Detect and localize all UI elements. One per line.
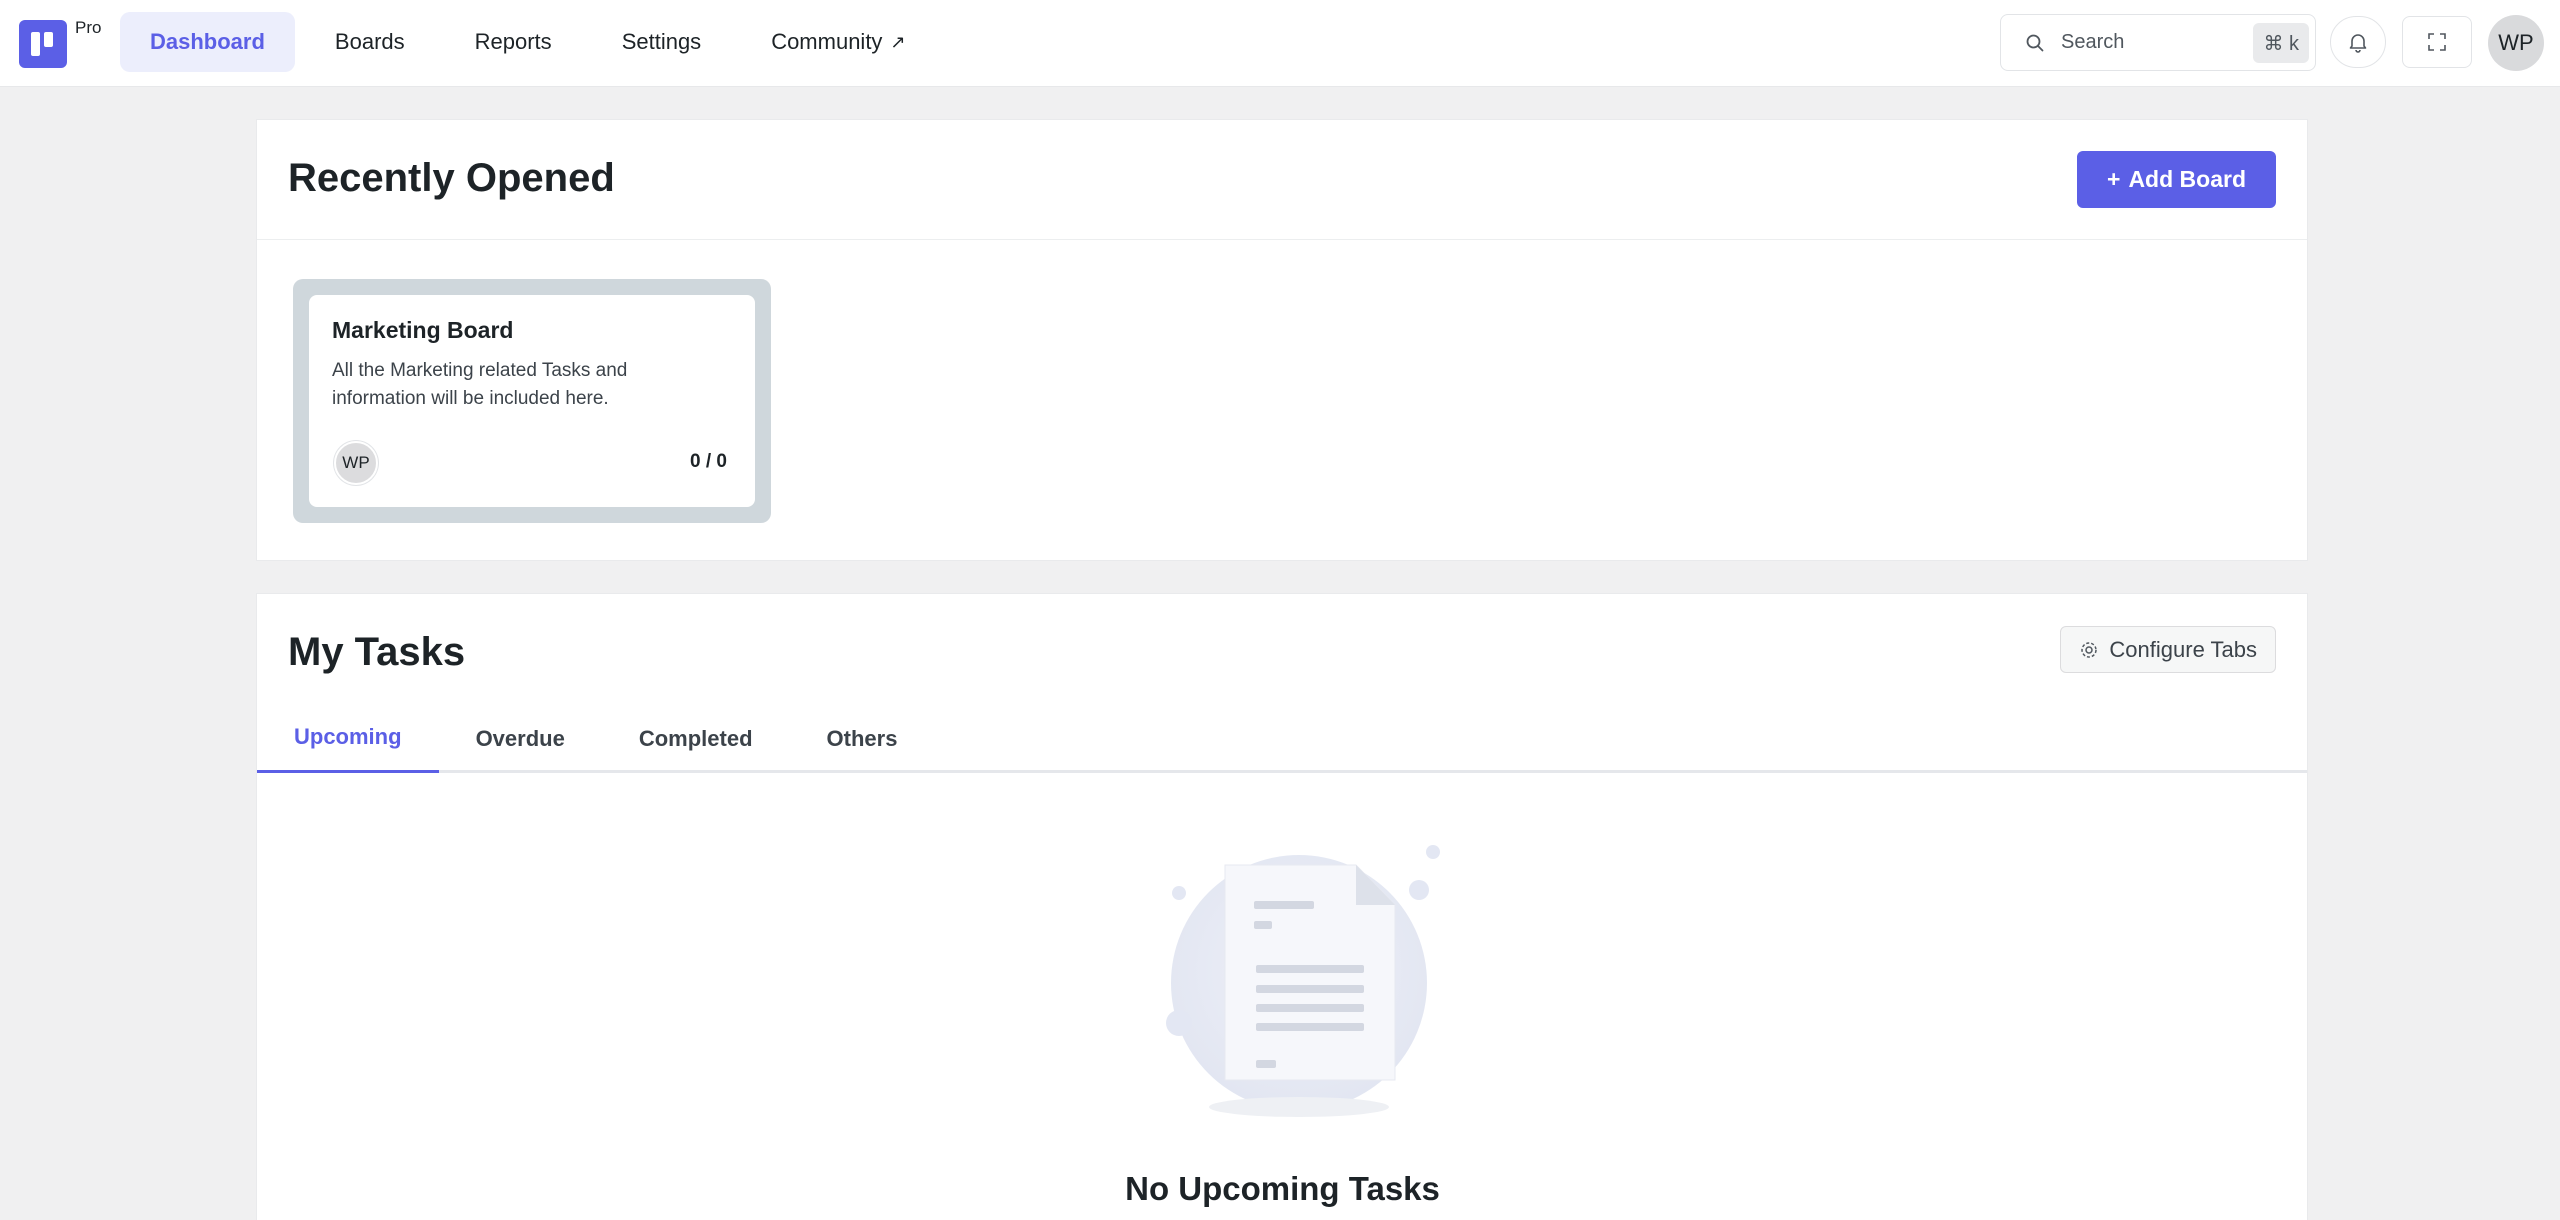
main-nav: Dashboard Boards Reports Settings Commun…: [120, 12, 936, 72]
nav-item-reports[interactable]: Reports: [445, 12, 582, 72]
recently-opened-panel: Recently Opened + Add Board Marketing Bo…: [256, 119, 2308, 561]
gear-icon: [2081, 641, 2098, 658]
nav-item-dashboard[interactable]: Dashboard: [120, 12, 295, 72]
empty-document-illustration: [1166, 845, 1440, 1117]
nav-item-boards[interactable]: Boards: [305, 12, 435, 72]
board-title: Marketing Board: [332, 317, 514, 343]
search-icon: [2026, 34, 2044, 51]
board-description: All the Marketing related Tasks and info…: [332, 360, 628, 409]
add-board-button[interactable]: + Add Board: [2077, 151, 2276, 208]
board-task-count: 0 / 0: [690, 451, 727, 472]
configure-tabs-button[interactable]: Configure Tabs: [2060, 626, 2276, 673]
nav-item-community-label: Community: [771, 29, 883, 54]
task-tabs: Upcoming Overdue Completed Others: [257, 704, 2307, 773]
notifications-button[interactable]: [2330, 16, 2386, 68]
fullscreen-button[interactable]: [2402, 16, 2472, 68]
top-bar: Pro Dashboard Boards Reports Settings Co…: [0, 0, 2560, 87]
nav-item-settings[interactable]: Settings: [592, 12, 732, 72]
search-input[interactable]: [2061, 31, 2251, 54]
board-member-avatar: WP: [334, 441, 378, 485]
board-card[interactable]: Marketing Board All the Marketing relate…: [293, 279, 771, 523]
panel-header: Recently Opened + Add Board: [257, 120, 2307, 240]
app-logo-icon[interactable]: [19, 20, 67, 68]
board-card-body: Marketing Board All the Marketing relate…: [309, 295, 755, 507]
empty-state-title: No Upcoming Tasks: [1125, 1170, 1440, 1207]
search-shortcut: ⌘ k: [2253, 23, 2309, 63]
add-board-label: Add Board: [2128, 166, 2246, 192]
fullscreen-icon: [2428, 33, 2446, 51]
tab-others[interactable]: Others: [790, 704, 935, 773]
recently-opened-title: Recently Opened: [288, 156, 615, 200]
search-box[interactable]: ⌘ k: [2000, 14, 2316, 71]
configure-tabs-label: Configure Tabs: [2109, 636, 2257, 662]
my-tasks-title: My Tasks: [288, 630, 466, 674]
pro-badge: Pro: [75, 18, 102, 37]
bell-icon: [2349, 34, 2367, 53]
user-avatar[interactable]: WP: [2488, 15, 2544, 71]
nav-item-community[interactable]: Community ↗: [741, 12, 935, 72]
tab-upcoming[interactable]: Upcoming: [257, 704, 439, 773]
plus-icon: +: [2107, 166, 2121, 192]
external-link-icon: ↗: [890, 31, 906, 52]
tab-overdue[interactable]: Overdue: [439, 704, 602, 773]
tab-completed[interactable]: Completed: [602, 704, 790, 773]
